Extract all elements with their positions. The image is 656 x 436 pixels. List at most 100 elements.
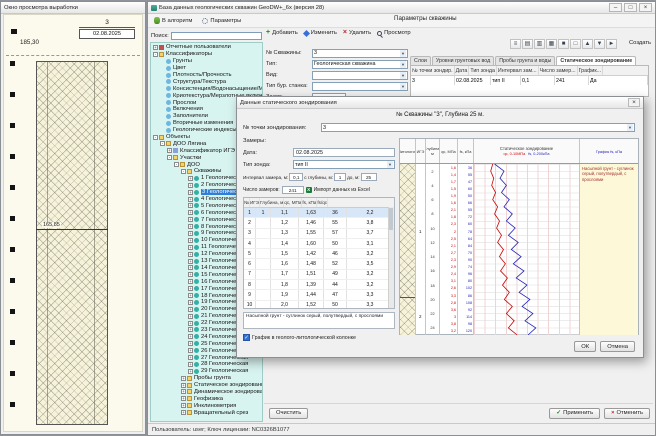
measurement-row[interactable]: 7 1,7 1,51 49 3,2 (244, 270, 394, 280)
borehole-window-titlebar[interactable]: Окно просмотра выработки (1, 2, 145, 14)
dialog-close-button[interactable]: × (628, 98, 640, 107)
maximize-button[interactable]: □ (624, 3, 637, 12)
tree-expander[interactable]: + (188, 348, 193, 353)
tree-expander[interactable]: + (188, 327, 193, 332)
tree-expander[interactable]: - (174, 162, 179, 167)
scrollbar-thumb[interactable] (389, 208, 393, 230)
tree-expander[interactable]: + (181, 403, 186, 408)
measurement-row[interactable]: 1 1 1,1 1,63 36 2,2 (244, 208, 394, 218)
tree-expander[interactable]: + (188, 355, 193, 360)
tree-expander[interactable]: + (188, 217, 193, 222)
tree-expander[interactable]: + (188, 176, 193, 181)
tree-expander[interactable]: + (188, 210, 193, 215)
well-type-combo[interactable]: Геологическая скважина ▼ (312, 60, 408, 69)
tree-expander[interactable]: - (153, 135, 158, 140)
measurement-row[interactable]: 5 1,5 1,42 46 3,2 (244, 249, 394, 259)
sounding-table-row[interactable]: 3 02.08.2025 тип II 0,1 241 Да (411, 76, 648, 85)
panel-toolbar-icon[interactable]: ■ (558, 39, 569, 49)
measurement-row[interactable]: 2 1,2 1,46 55 3,8 (244, 218, 394, 228)
tree-expander[interactable]: + (188, 183, 193, 188)
tree-item[interactable]: + Отчетные пользователи (151, 44, 262, 51)
main-window-titlebar[interactable]: База данных геологических скважин GeoDW+… (148, 2, 655, 14)
tree-expander[interactable]: + (188, 224, 193, 229)
tree-expander[interactable]: + (188, 252, 193, 257)
date-input[interactable]: 02.08.2025 (293, 148, 395, 157)
tree-expander[interactable]: + (188, 190, 193, 195)
ok-button[interactable]: ОК (574, 341, 596, 352)
view-button[interactable]: Просмотр (377, 30, 410, 36)
well-data-tab[interactable]: Статическое зондирование (556, 56, 636, 65)
search-input[interactable] (171, 32, 262, 40)
tree-expander[interactable]: - (167, 155, 172, 160)
tree-item[interactable]: + Геофизика (151, 395, 262, 402)
table-scrollbar[interactable] (388, 207, 394, 308)
from-depth-input[interactable]: 1 (334, 173, 346, 181)
panel-toolbar-icon[interactable]: ▲ (582, 39, 593, 49)
tree-item[interactable]: Структура/Текстура (151, 78, 262, 85)
tree-expander[interactable]: - (181, 169, 186, 174)
import-excel-button[interactable]: Импорт данных из Excel (314, 187, 370, 193)
apply-button[interactable]: ✓ Применить (549, 408, 600, 419)
panel-toolbar-icon[interactable]: ► (606, 39, 617, 49)
tree-expander[interactable]: + (188, 334, 193, 339)
tree-item[interactable]: + Инклинометрия (151, 402, 262, 409)
cancel-button[interactable]: × Отменить (604, 408, 650, 419)
tree-item[interactable]: - Классификаторы (151, 51, 262, 58)
tree-expander[interactable]: + (188, 362, 193, 367)
tree-expander[interactable]: - (160, 141, 165, 146)
measurement-row[interactable]: 3 1,3 1,55 57 3,7 (244, 229, 394, 239)
panel-toolbar-icon[interactable]: ≡ (510, 39, 521, 49)
tree-expander[interactable]: + (188, 265, 193, 270)
create-link[interactable]: Создать (629, 40, 651, 46)
tree-expander[interactable]: + (167, 148, 172, 153)
well-data-tab[interactable]: Слои (410, 56, 431, 65)
tree-expander[interactable]: + (181, 396, 186, 401)
tree-item[interactable]: + Вращательный срез (151, 409, 262, 416)
tree-expander[interactable]: + (188, 203, 193, 208)
measurement-row[interactable]: 4 1,4 1,60 50 3,1 (244, 239, 394, 249)
dialog-titlebar[interactable]: Данные статического зондирования × (237, 97, 643, 109)
minimize-button[interactable]: – (609, 3, 622, 12)
tree-item[interactable]: + Статическое зондирование (151, 382, 262, 389)
tree-expander[interactable]: + (188, 238, 193, 243)
interval-input[interactable]: 0,1 (289, 173, 303, 181)
soil-description-box[interactable]: Насыпной грунт - суглинок серый, полутве… (243, 312, 395, 329)
well-kind-combo[interactable]: ▼ (312, 71, 408, 80)
tree-expander[interactable]: + (188, 286, 193, 291)
checkbox-checked-icon[interactable]: ✓ (243, 334, 250, 341)
panel-toolbar-icon[interactable]: ▦ (546, 39, 557, 49)
well-data-tab[interactable]: Уровни грунтовых вод (432, 56, 494, 65)
delete-button[interactable]: × Удалить (343, 30, 371, 36)
tree-expander[interactable]: + (153, 45, 158, 50)
tree-item[interactable]: Плотность/Прочность (151, 72, 262, 79)
tree-expander[interactable]: + (188, 231, 193, 236)
well-data-tab[interactable]: Пробы грунта и воды (495, 56, 555, 65)
panel-toolbar-icon[interactable]: ▥ (534, 39, 545, 49)
tree-expander[interactable]: + (188, 197, 193, 202)
tree-expander[interactable]: + (188, 321, 193, 326)
tree-expander[interactable]: + (181, 383, 186, 388)
well-number-combo[interactable]: 3 ▼ (312, 49, 408, 58)
probe-type-combo[interactable]: тип II ▼ (293, 160, 395, 169)
count-input[interactable]: 241 (282, 186, 304, 194)
tree-expander[interactable]: + (188, 307, 193, 312)
sounding-point-combo[interactable]: 3 ▼ (321, 123, 635, 132)
add-button[interactable]: + Добавить (266, 30, 298, 36)
close-button[interactable]: × (639, 3, 652, 12)
rig-type-combo[interactable]: ▼ (312, 82, 408, 91)
tree-item[interactable]: + 29 Геологическая (151, 368, 262, 375)
clear-button[interactable]: Очистить (269, 408, 308, 419)
measurement-row[interactable]: 9 1,9 1,44 47 3,3 (244, 290, 394, 300)
edit-button[interactable]: Изменить (304, 30, 337, 36)
tree-expander[interactable]: + (181, 389, 186, 394)
tree-expander[interactable]: + (188, 245, 193, 250)
tree-expander[interactable]: + (188, 259, 193, 264)
tree-item[interactable]: + Динамическое зондирование (151, 389, 262, 396)
dialog-cancel-button[interactable]: Отмена (600, 341, 635, 352)
panel-toolbar-icon[interactable]: ▼ (594, 39, 605, 49)
tree-expander[interactable]: + (188, 341, 193, 346)
tree-item[interactable]: + 28 Геологическая (151, 361, 262, 368)
tree-item[interactable]: Консистенция/Водонасыщение/Мерзлотные (151, 85, 262, 92)
tree-expander[interactable]: + (188, 314, 193, 319)
tree-item[interactable]: + Пробы грунта (151, 375, 262, 382)
